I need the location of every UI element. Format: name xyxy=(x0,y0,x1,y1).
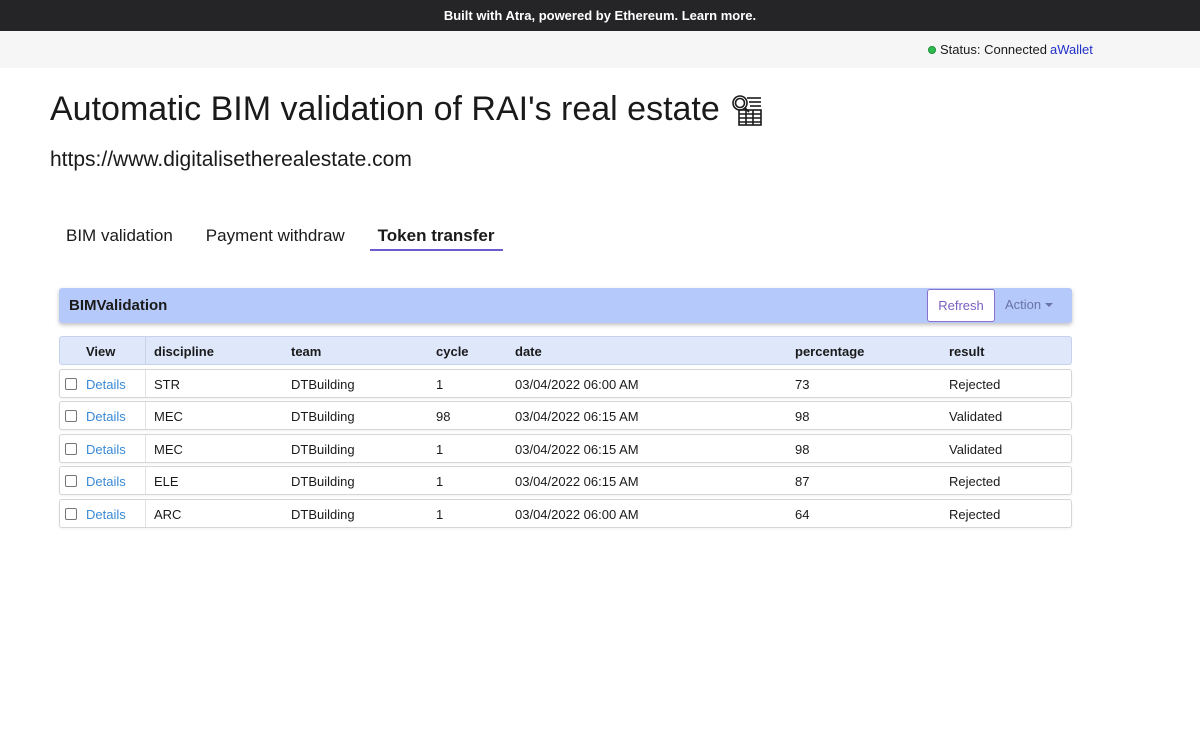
cycle-cell: 1 xyxy=(436,507,444,522)
percentage-cell: 98 xyxy=(795,409,810,424)
column-header-result[interactable]: result xyxy=(949,344,984,359)
cycle-cell: 1 xyxy=(436,442,444,457)
page-title: Automatic BIM validation of RAI's real e… xyxy=(50,90,764,129)
cycle-cell: 1 xyxy=(436,377,444,392)
table-row: Details ARC DTBuilding 1 03/04/2022 06:0… xyxy=(59,499,1072,528)
column-header-view[interactable]: View xyxy=(86,344,115,359)
refresh-button[interactable]: Refresh xyxy=(927,289,995,322)
discipline-cell: ARC xyxy=(154,507,182,522)
team-cell: DTBuilding xyxy=(291,474,355,489)
column-header-discipline[interactable]: discipline xyxy=(154,344,214,359)
table-row: Details ELE DTBuilding 1 03/04/2022 06:1… xyxy=(59,466,1072,495)
percentage-cell: 64 xyxy=(795,507,810,522)
table-row: Details MEC DTBuilding 1 03/04/2022 06:1… xyxy=(59,434,1072,463)
details-link[interactable]: Details xyxy=(86,377,126,392)
page-title-text: Automatic BIM validation of RAI's real e… xyxy=(50,90,720,128)
column-divider xyxy=(145,402,146,429)
connection-status: Status: Connected xyxy=(928,42,1047,57)
discipline-cell: ELE xyxy=(154,474,179,489)
details-link[interactable]: Details xyxy=(86,409,126,424)
wallet-link[interactable]: aWallet xyxy=(1050,42,1093,57)
column-divider xyxy=(145,337,146,364)
column-header-team[interactable]: team xyxy=(291,344,321,359)
table-row: Details MEC DTBuilding 98 03/04/2022 06:… xyxy=(59,401,1072,430)
action-label: Action xyxy=(1005,297,1042,312)
built-with-banner: Built with Atra, powered by Ethereum. Le… xyxy=(0,0,1200,31)
details-link[interactable]: Details xyxy=(86,442,126,457)
team-cell: DTBuilding xyxy=(291,377,355,392)
column-header-date[interactable]: date xyxy=(515,344,542,359)
caret-down-icon xyxy=(1045,302,1054,307)
cycle-cell: 98 xyxy=(436,409,451,424)
details-link[interactable]: Details xyxy=(86,474,126,489)
banner-link[interactable]: Built with Atra, powered by Ethereum. Le… xyxy=(444,8,756,23)
result-cell: Validated xyxy=(949,409,1003,424)
column-divider xyxy=(145,500,146,527)
column-header-cycle[interactable]: cycle xyxy=(436,344,469,359)
date-cell: 03/04/2022 06:15 AM xyxy=(515,442,639,457)
team-cell: DTBuilding xyxy=(291,507,355,522)
tab-token-transfer[interactable]: Token transfer xyxy=(369,224,503,251)
column-divider xyxy=(145,435,146,462)
date-cell: 03/04/2022 06:00 AM xyxy=(515,377,639,392)
row-checkbox[interactable] xyxy=(65,475,77,487)
building-search-icon xyxy=(731,94,762,126)
tab-bar: BIM validation Payment withdraw Token tr… xyxy=(58,224,520,251)
row-checkbox[interactable] xyxy=(65,443,77,455)
team-cell: DTBuilding xyxy=(291,409,355,424)
discipline-cell: MEC xyxy=(154,442,183,457)
team-cell: DTBuilding xyxy=(291,442,355,457)
column-divider xyxy=(145,370,146,397)
row-checkbox[interactable] xyxy=(65,508,77,520)
result-cell: Validated xyxy=(949,442,1003,457)
table-header: View discipline team cycle date percenta… xyxy=(59,336,1072,365)
panel-title: BIMValidation xyxy=(69,297,168,314)
percentage-cell: 73 xyxy=(795,377,810,392)
status-dot-icon xyxy=(928,45,936,54)
site-url: https://www.digitalisetherealestate.com xyxy=(50,148,412,171)
percentage-cell: 98 xyxy=(795,442,810,457)
result-cell: Rejected xyxy=(949,507,1001,522)
date-cell: 03/04/2022 06:15 AM xyxy=(515,409,639,424)
details-link[interactable]: Details xyxy=(86,507,126,522)
percentage-cell: 87 xyxy=(795,474,810,489)
action-dropdown[interactable]: Action xyxy=(1005,297,1054,312)
row-checkbox[interactable] xyxy=(65,410,77,422)
column-divider xyxy=(145,467,146,494)
result-cell: Rejected xyxy=(949,377,1001,392)
column-header-percentage[interactable]: percentage xyxy=(795,344,864,359)
tab-payment-withdraw[interactable]: Payment withdraw xyxy=(198,224,353,251)
status-text: Status: Connected xyxy=(940,42,1047,57)
cycle-cell: 1 xyxy=(436,474,444,489)
discipline-cell: MEC xyxy=(154,409,183,424)
table-row: Details STR DTBuilding 1 03/04/2022 06:0… xyxy=(59,369,1072,398)
date-cell: 03/04/2022 06:15 AM xyxy=(515,474,639,489)
bim-validation-panel-header: BIMValidation Refresh Action xyxy=(59,288,1072,323)
discipline-cell: STR xyxy=(154,377,180,392)
row-checkbox[interactable] xyxy=(65,378,77,390)
result-cell: Rejected xyxy=(949,474,1001,489)
date-cell: 03/04/2022 06:00 AM xyxy=(515,507,639,522)
tab-bim-validation[interactable]: BIM validation xyxy=(58,224,181,251)
